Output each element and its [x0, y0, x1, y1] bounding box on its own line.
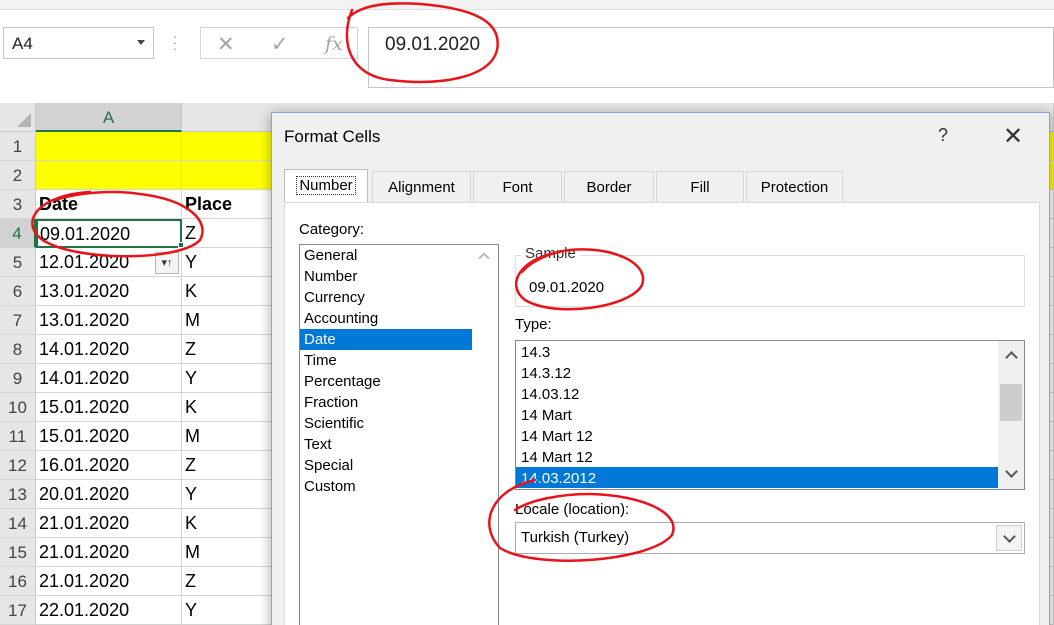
dialog-title: Format Cells — [284, 127, 381, 146]
row-header[interactable]: 4 — [0, 219, 36, 248]
header-cell-date[interactable]: Date — [36, 190, 182, 219]
chevron-down-icon[interactable] — [137, 40, 145, 45]
cancel-icon[interactable]: ✕ — [217, 32, 235, 57]
locale-value: Turkish (Turkey) — [521, 529, 630, 546]
list-item[interactable]: 14.03.12 — [516, 383, 998, 404]
list-item[interactable]: 14 Mart 12 — [516, 446, 998, 467]
chevron-up-icon[interactable] — [1005, 351, 1018, 364]
ribbon-edge — [0, 0, 1054, 10]
list-item[interactable]: Currency — [300, 287, 498, 308]
cell[interactable]: 20.01.2020 — [36, 480, 182, 509]
dialog-tabs: Number Alignment Font Border Fill Protec… — [284, 169, 1044, 203]
chevron-down-icon[interactable] — [996, 525, 1022, 551]
insert-function-icon[interactable]: fx — [325, 33, 343, 55]
list-item[interactable]: Special — [300, 455, 498, 476]
row-header[interactable]: 14 — [0, 509, 36, 538]
help-button[interactable]: ? — [938, 125, 948, 146]
list-item[interactable]: Number — [300, 266, 498, 287]
list-item-selected[interactable]: 14.03.2012 — [516, 467, 998, 488]
tab-fill[interactable]: Fill — [656, 171, 744, 202]
cell[interactable]: 21.01.2020 — [36, 567, 182, 596]
number-tab-panel: Category: General Number Currency Accoun… — [284, 202, 1040, 625]
column-header-a[interactable]: A — [36, 103, 182, 132]
sample-value: 09.01.2020 — [529, 279, 605, 296]
list-item[interactable]: General — [300, 245, 498, 266]
cell[interactable]: 14.01.2020 — [36, 364, 182, 393]
row-header[interactable]: 1 — [0, 132, 36, 161]
locale-label: Locale (location): — [515, 501, 630, 518]
locale-select[interactable]: Turkish (Turkey) — [515, 522, 1025, 554]
row-header[interactable]: 11 — [0, 422, 36, 451]
close-icon[interactable]: ✕ — [1003, 122, 1023, 151]
list-item[interactable]: 14 Mart — [516, 404, 998, 425]
row-header[interactable]: 15 — [0, 538, 36, 567]
cell[interactable]: 15.01.2020 — [36, 393, 182, 422]
select-all-icon — [17, 113, 31, 127]
list-item[interactable]: 14.3.12 — [516, 362, 998, 383]
cell[interactable] — [36, 161, 182, 190]
fill-handle[interactable] — [178, 242, 184, 248]
list-item[interactable]: Text — [300, 434, 498, 455]
row-header[interactable]: 17 — [0, 596, 36, 625]
row-header[interactable]: 10 — [0, 393, 36, 422]
tab-border[interactable]: Border — [564, 171, 654, 202]
list-item[interactable]: 14 Mart 12 — [516, 425, 998, 446]
list-item-selected[interactable]: Date — [300, 329, 498, 350]
list-item[interactable]: Fraction — [300, 392, 498, 413]
enter-check-icon[interactable]: ✓ — [271, 32, 289, 57]
cell[interactable]: 15.01.2020 — [36, 422, 182, 451]
formula-bar[interactable]: 09.01.2020 — [368, 27, 1054, 88]
type-scrollbar[interactable] — [998, 341, 1024, 489]
name-box-value: A4 — [12, 34, 33, 53]
row-header[interactable]: 9 — [0, 364, 36, 393]
type-list[interactable]: 14.3 14.3.12 14.03.12 14 Mart 14 Mart 12… — [515, 340, 1025, 490]
row-header[interactable]: 6 — [0, 277, 36, 306]
tab-protection[interactable]: Protection — [746, 171, 843, 202]
list-item[interactable]: Scientific — [300, 413, 498, 434]
chevron-down-icon[interactable] — [1005, 465, 1018, 478]
format-cells-dialog: Format Cells ? ✕ Number Alignment Font B… — [271, 112, 1050, 625]
sample-label: Sample — [521, 245, 580, 262]
active-cell[interactable]: 09.01.2020 — [36, 219, 182, 248]
list-item[interactable]: Time — [300, 350, 498, 371]
chevron-up-icon[interactable] — [478, 252, 490, 264]
scrollbar-thumb[interactable] — [1000, 384, 1022, 421]
row-header[interactable]: 5 — [0, 248, 36, 277]
category-scrollbar[interactable] — [472, 245, 498, 625]
formula-bar-value: 09.01.2020 — [385, 34, 481, 55]
cell[interactable]: 13.01.2020 — [36, 306, 182, 335]
tab-font[interactable]: Font — [473, 171, 562, 202]
list-item[interactable]: Accounting — [300, 308, 498, 329]
cell[interactable]: 21.01.2020 — [36, 509, 182, 538]
category-list[interactable]: General Number Currency Accounting Date … — [299, 244, 499, 625]
row-header[interactable]: 7 — [0, 306, 36, 335]
list-item[interactable]: Percentage — [300, 371, 498, 392]
row-header[interactable]: 2 — [0, 161, 36, 190]
name-box[interactable]: A4 — [3, 27, 154, 59]
cell[interactable]: 13.01.2020 — [36, 277, 182, 306]
more-options-icon[interactable]: · · · — [172, 29, 178, 55]
row-header[interactable]: 12 — [0, 451, 36, 480]
list-item[interactable]: 14.3 — [516, 341, 998, 362]
type-label: Type: — [515, 316, 552, 333]
cell[interactable]: 14.01.2020 — [36, 335, 182, 364]
cell[interactable]: 21.01.2020 — [36, 538, 182, 567]
formula-buttons: ✕ ✓ fx — [200, 27, 358, 59]
tab-number[interactable]: Number — [284, 169, 368, 203]
select-all-corner[interactable] — [0, 103, 36, 132]
cell[interactable]: 16.01.2020 — [36, 451, 182, 480]
tab-alignment[interactable]: Alignment — [372, 171, 471, 202]
category-label: Category: — [299, 221, 365, 238]
cell[interactable] — [36, 132, 182, 161]
row-header[interactable]: 3 — [0, 190, 36, 219]
row-header[interactable]: 8 — [0, 335, 36, 364]
cell[interactable]: 12.01.2020 — [36, 248, 182, 277]
cell[interactable]: 22.01.2020 — [36, 596, 182, 625]
row-header[interactable]: 16 — [0, 567, 36, 596]
row-header[interactable]: 13 — [0, 480, 36, 509]
list-item[interactable]: Custom — [300, 476, 498, 497]
